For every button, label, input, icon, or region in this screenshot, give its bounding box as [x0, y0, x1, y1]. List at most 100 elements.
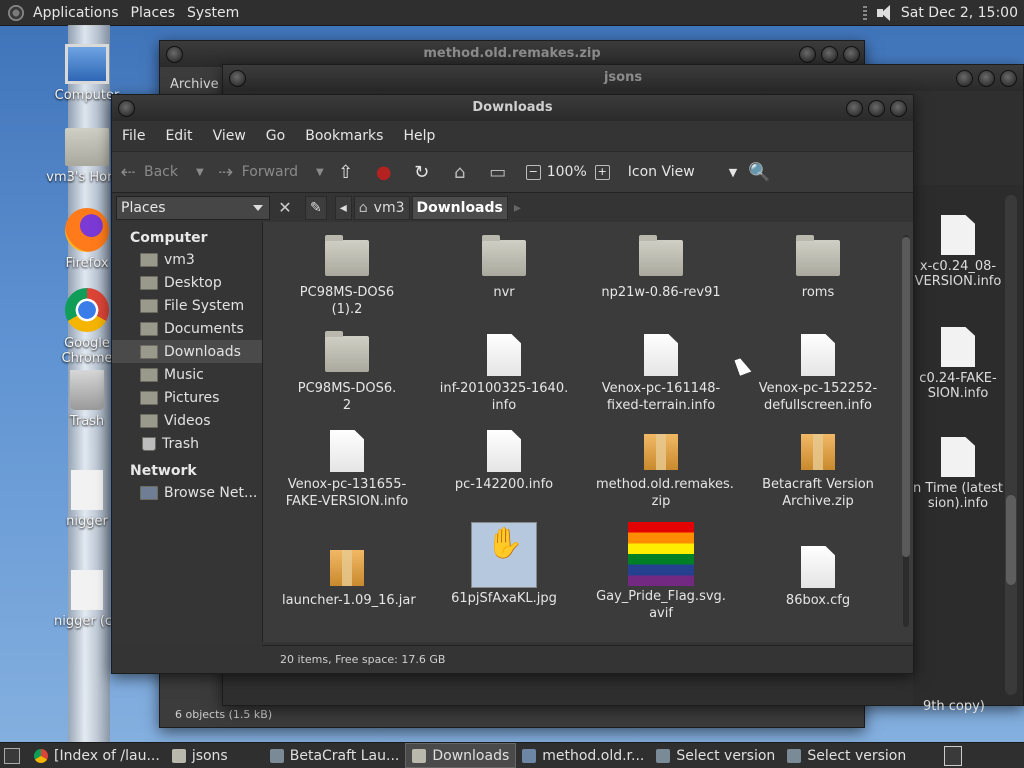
- places-selector[interactable]: Places: [116, 196, 270, 220]
- file-item[interactable]: PC98MS-DOS6 (1).2: [282, 235, 412, 318]
- back-button[interactable]: ⇠ Back ▼: [112, 162, 210, 183]
- stop-button[interactable]: ●: [368, 162, 406, 183]
- scrollbar-track[interactable]: [1005, 195, 1017, 695]
- breadcrumb-left-icon[interactable]: ◂: [334, 196, 352, 220]
- window-menu-icon[interactable]: [166, 46, 183, 63]
- file-item[interactable]: np21w-0.86-rev91: [596, 235, 726, 301]
- desktop-icon-label: Google Chrome: [61, 336, 113, 366]
- scrollbar-thumb[interactable]: [1006, 495, 1016, 585]
- menu-places[interactable]: Places: [128, 5, 185, 21]
- minimize-icon[interactable]: [956, 70, 973, 87]
- breadcrumb-vm3[interactable]: ⌂ vm3: [353, 196, 410, 220]
- menu-bookmarks[interactable]: Bookmarks: [295, 128, 393, 144]
- list-item[interactable]: x-c0.24_08- VERSION.info: [903, 215, 1013, 289]
- scrollbar-thumb[interactable]: [902, 237, 910, 557]
- menu-go[interactable]: Go: [256, 128, 295, 144]
- clock[interactable]: Sat Dec 2, 15:00: [901, 5, 1018, 21]
- maximize-icon[interactable]: [821, 46, 838, 63]
- document-icon: [644, 334, 678, 376]
- zoom-in-icon[interactable]: +: [594, 164, 610, 180]
- reload-button[interactable]: ↻: [406, 162, 444, 183]
- sidebar-item-pictures[interactable]: Pictures: [112, 386, 262, 409]
- file-item[interactable]: Venox-pc-131655- FAKE-VERSION.info: [282, 428, 412, 510]
- file-item[interactable]: roms: [753, 235, 883, 301]
- vertical-scrollbar[interactable]: [901, 227, 911, 637]
- forward-button[interactable]: ⇢ Forward ▼: [210, 162, 330, 183]
- trash-applet-icon[interactable]: [944, 745, 962, 766]
- file-item[interactable]: 86box.cfg: [753, 544, 883, 609]
- file-item[interactable]: Venox-pc-152252- defullscreen.info: [753, 332, 883, 414]
- sidebar-item-documents[interactable]: Documents: [112, 317, 262, 340]
- toolbar: ⇠ Back ▼ ⇢ Forward ▼ ⇧ ● ↻ ⌂ ▭ − 100% +: [112, 151, 913, 193]
- taskbar-item-jsons[interactable]: jsons: [166, 744, 234, 767]
- close-icon[interactable]: [1000, 70, 1017, 87]
- file-item[interactable]: Venox-pc-161148- fixed-terrain.info: [596, 332, 726, 414]
- jsons-window-title[interactable]: jsons: [223, 65, 1023, 91]
- menu-archive[interactable]: Archive: [170, 77, 219, 92]
- menu-help[interactable]: Help: [393, 128, 445, 144]
- window-menu-icon[interactable]: [229, 70, 246, 87]
- sidebar-item-browse-network[interactable]: Browse Net...: [112, 481, 262, 504]
- file-item[interactable]: Gay_Pride_Flag.svg. avif: [596, 522, 726, 622]
- file-item[interactable]: inf-20100325-1640. info: [439, 332, 569, 414]
- taskbar-item-select-version-1[interactable]: Select version: [650, 744, 781, 767]
- home-button[interactable]: ⌂: [444, 162, 482, 183]
- icon-view[interactable]: PC98MS-DOS6 (1).2 nvr np21w-0.86-rev91 r…: [263, 222, 913, 642]
- distro-logo-icon[interactable]: [8, 4, 24, 21]
- menu-file[interactable]: File: [112, 128, 155, 144]
- up-button[interactable]: ⇧: [330, 162, 368, 183]
- desktop-icon-label: nigger: [66, 514, 108, 529]
- sidebar-item-music[interactable]: Music: [112, 363, 262, 386]
- file-item[interactable]: Betacraft Version Archive.zip: [753, 428, 883, 510]
- list-item[interactable]: n Time (latest sion).info: [903, 437, 1013, 511]
- sidebar-item-trash[interactable]: Trash: [112, 432, 262, 455]
- volume-icon[interactable]: [876, 4, 895, 21]
- taskbar-item-chrome[interactable]: [Index of /lau...: [28, 744, 166, 767]
- menu-view[interactable]: View: [203, 128, 256, 144]
- sidebar-item-vm3[interactable]: vm3: [112, 248, 262, 271]
- computer-button[interactable]: ▭: [482, 162, 520, 183]
- breadcrumb-downloads[interactable]: Downloads: [411, 196, 508, 220]
- search-button[interactable]: 🔍: [743, 162, 781, 183]
- network-icon: [140, 485, 158, 500]
- taskbar-item-downloads[interactable]: Downloads: [405, 743, 517, 768]
- sidebar-item-desktop[interactable]: Desktop: [112, 271, 262, 294]
- edit-location-icon[interactable]: ✎: [305, 196, 327, 220]
- chevron-down-icon[interactable]: ▼: [196, 167, 204, 178]
- list-item[interactable]: c0.24-FAKE- SION.info: [903, 327, 1013, 401]
- maximize-icon[interactable]: [868, 100, 885, 117]
- taskbar-item-archive[interactable]: method.old.r...: [516, 744, 650, 767]
- close-icon[interactable]: [843, 46, 860, 63]
- taskbar-item-select-version-2[interactable]: Select version: [781, 744, 912, 767]
- sidebar-item-downloads[interactable]: Downloads: [112, 340, 262, 363]
- minimize-icon[interactable]: [846, 100, 863, 117]
- show-desktop-icon[interactable]: [4, 747, 20, 764]
- taskbar-item-betacraft[interactable]: BetaCraft Lau...: [264, 744, 406, 767]
- sidebar-item-filesystem[interactable]: File System: [112, 294, 262, 317]
- maximize-icon[interactable]: [978, 70, 995, 87]
- folder-icon: [140, 367, 158, 382]
- file-name: c0.24-FAKE- SION.info: [919, 371, 997, 401]
- zoom-out-icon[interactable]: −: [525, 164, 541, 180]
- file-item[interactable]: PC98MS-DOS6. 2: [282, 331, 412, 414]
- window-menu-icon[interactable]: [118, 100, 135, 117]
- file-item[interactable]: method.old.remakes. zip: [596, 428, 734, 510]
- menu-system[interactable]: System: [184, 5, 248, 21]
- close-icon[interactable]: [890, 100, 907, 117]
- file-item[interactable]: nvr: [439, 235, 569, 301]
- breadcrumb-right-icon[interactable]: ▸: [514, 200, 521, 216]
- file-item[interactable]: pc-142200.info: [439, 428, 569, 493]
- menu-applications[interactable]: Applications: [30, 5, 128, 21]
- chevron-down-icon[interactable]: ▼: [316, 167, 324, 178]
- document-icon: [941, 437, 975, 477]
- minimize-icon[interactable]: [799, 46, 816, 63]
- menu-edit[interactable]: Edit: [155, 128, 202, 144]
- view-mode-select[interactable]: Icon View ▼: [622, 164, 743, 180]
- downloads-window-title[interactable]: Downloads: [112, 95, 913, 121]
- close-sidebar-icon[interactable]: ✕: [275, 198, 295, 218]
- file-item[interactable]: 61pjSfAxaKL.jpg: [439, 522, 569, 607]
- file-item[interactable]: launcher-1.09_16.jar: [282, 544, 416, 609]
- sidebar-item-label: vm3: [164, 251, 195, 268]
- downloads-window[interactable]: Downloads File Edit View Go Bookmarks He…: [111, 94, 914, 674]
- sidebar-item-videos[interactable]: Videos: [112, 409, 262, 432]
